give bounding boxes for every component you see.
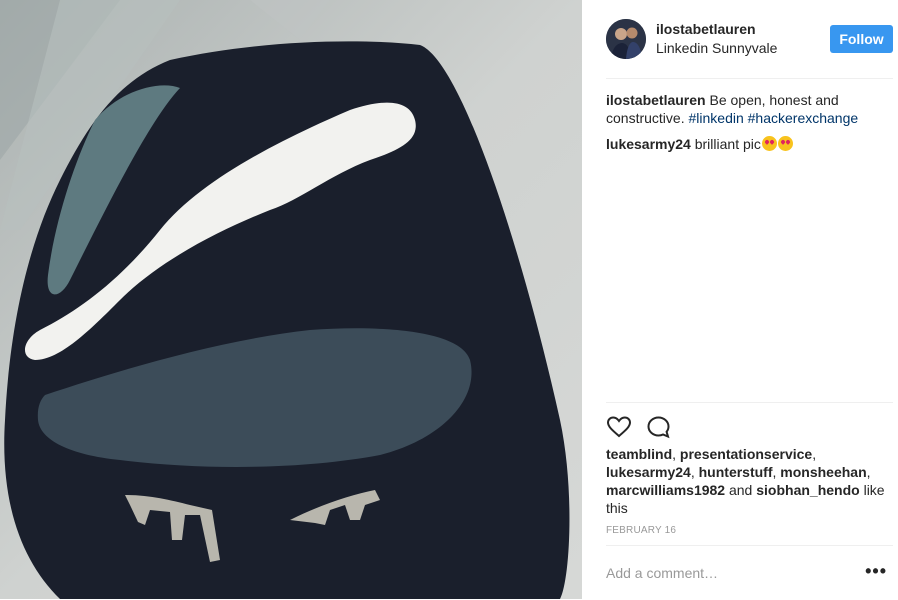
post-date[interactable]: FEBRUARY 16 — [606, 525, 676, 536]
liker-link[interactable]: hunterstuff — [699, 464, 773, 480]
likes-summary: teamblind, presentationservice, lukesarm… — [606, 446, 885, 516]
avatar-photo-icon — [606, 19, 646, 59]
heart-eyes-emoji-icon — [777, 136, 793, 151]
add-comment-input[interactable] — [606, 562, 846, 584]
author-username[interactable]: ilostabetlauren — [656, 21, 756, 37]
liker-link[interactable]: presentationservice — [680, 446, 812, 462]
heart-outline-icon[interactable] — [606, 415, 632, 439]
comment-item: lukesarmy24 brilliant pic — [606, 135, 876, 153]
lips-artwork-image — [0, 0, 582, 599]
comment-text: brilliant pic — [694, 136, 761, 152]
action-bar — [606, 402, 893, 443]
liker-link[interactable]: teamblind — [606, 446, 672, 462]
liker-link[interactable]: lukesarmy24 — [606, 464, 691, 480]
hashtag-link[interactable]: #linkedin — [688, 110, 743, 126]
post-location[interactable]: Linkedin Sunnyvale — [656, 40, 777, 56]
author-avatar[interactable] — [606, 19, 646, 59]
speech-bubble-icon[interactable] — [646, 415, 672, 439]
caption-username[interactable]: ilostabetlauren — [606, 92, 706, 108]
hashtag-link[interactable]: #hackerexchange — [748, 110, 859, 126]
caption: ilostabetlauren Be open, honest and cons… — [606, 91, 876, 127]
comment-username[interactable]: lukesarmy24 — [606, 136, 691, 152]
comments-list: ilostabetlauren Be open, honest and cons… — [606, 91, 876, 161]
heart-eyes-emoji-icon — [761, 136, 777, 151]
add-comment-section: ••• — [606, 545, 893, 600]
post-header: ilostabetlauren Linkedin Sunnyvale Follo… — [606, 0, 893, 79]
more-options-icon[interactable]: ••• — [865, 562, 887, 580]
post-photo[interactable] — [0, 0, 582, 599]
instagram-post: ilostabetlauren Linkedin Sunnyvale Follo… — [0, 0, 898, 599]
likes-and-text: and — [728, 482, 753, 498]
liker-link[interactable]: siobhan_hendo — [756, 482, 859, 498]
follow-button[interactable]: Follow — [830, 25, 893, 53]
liker-link[interactable]: monsheehan — [780, 464, 866, 480]
liker-link[interactable]: marcwilliams1982 — [606, 482, 725, 498]
post-side-panel: ilostabetlauren Linkedin Sunnyvale Follo… — [582, 0, 898, 599]
